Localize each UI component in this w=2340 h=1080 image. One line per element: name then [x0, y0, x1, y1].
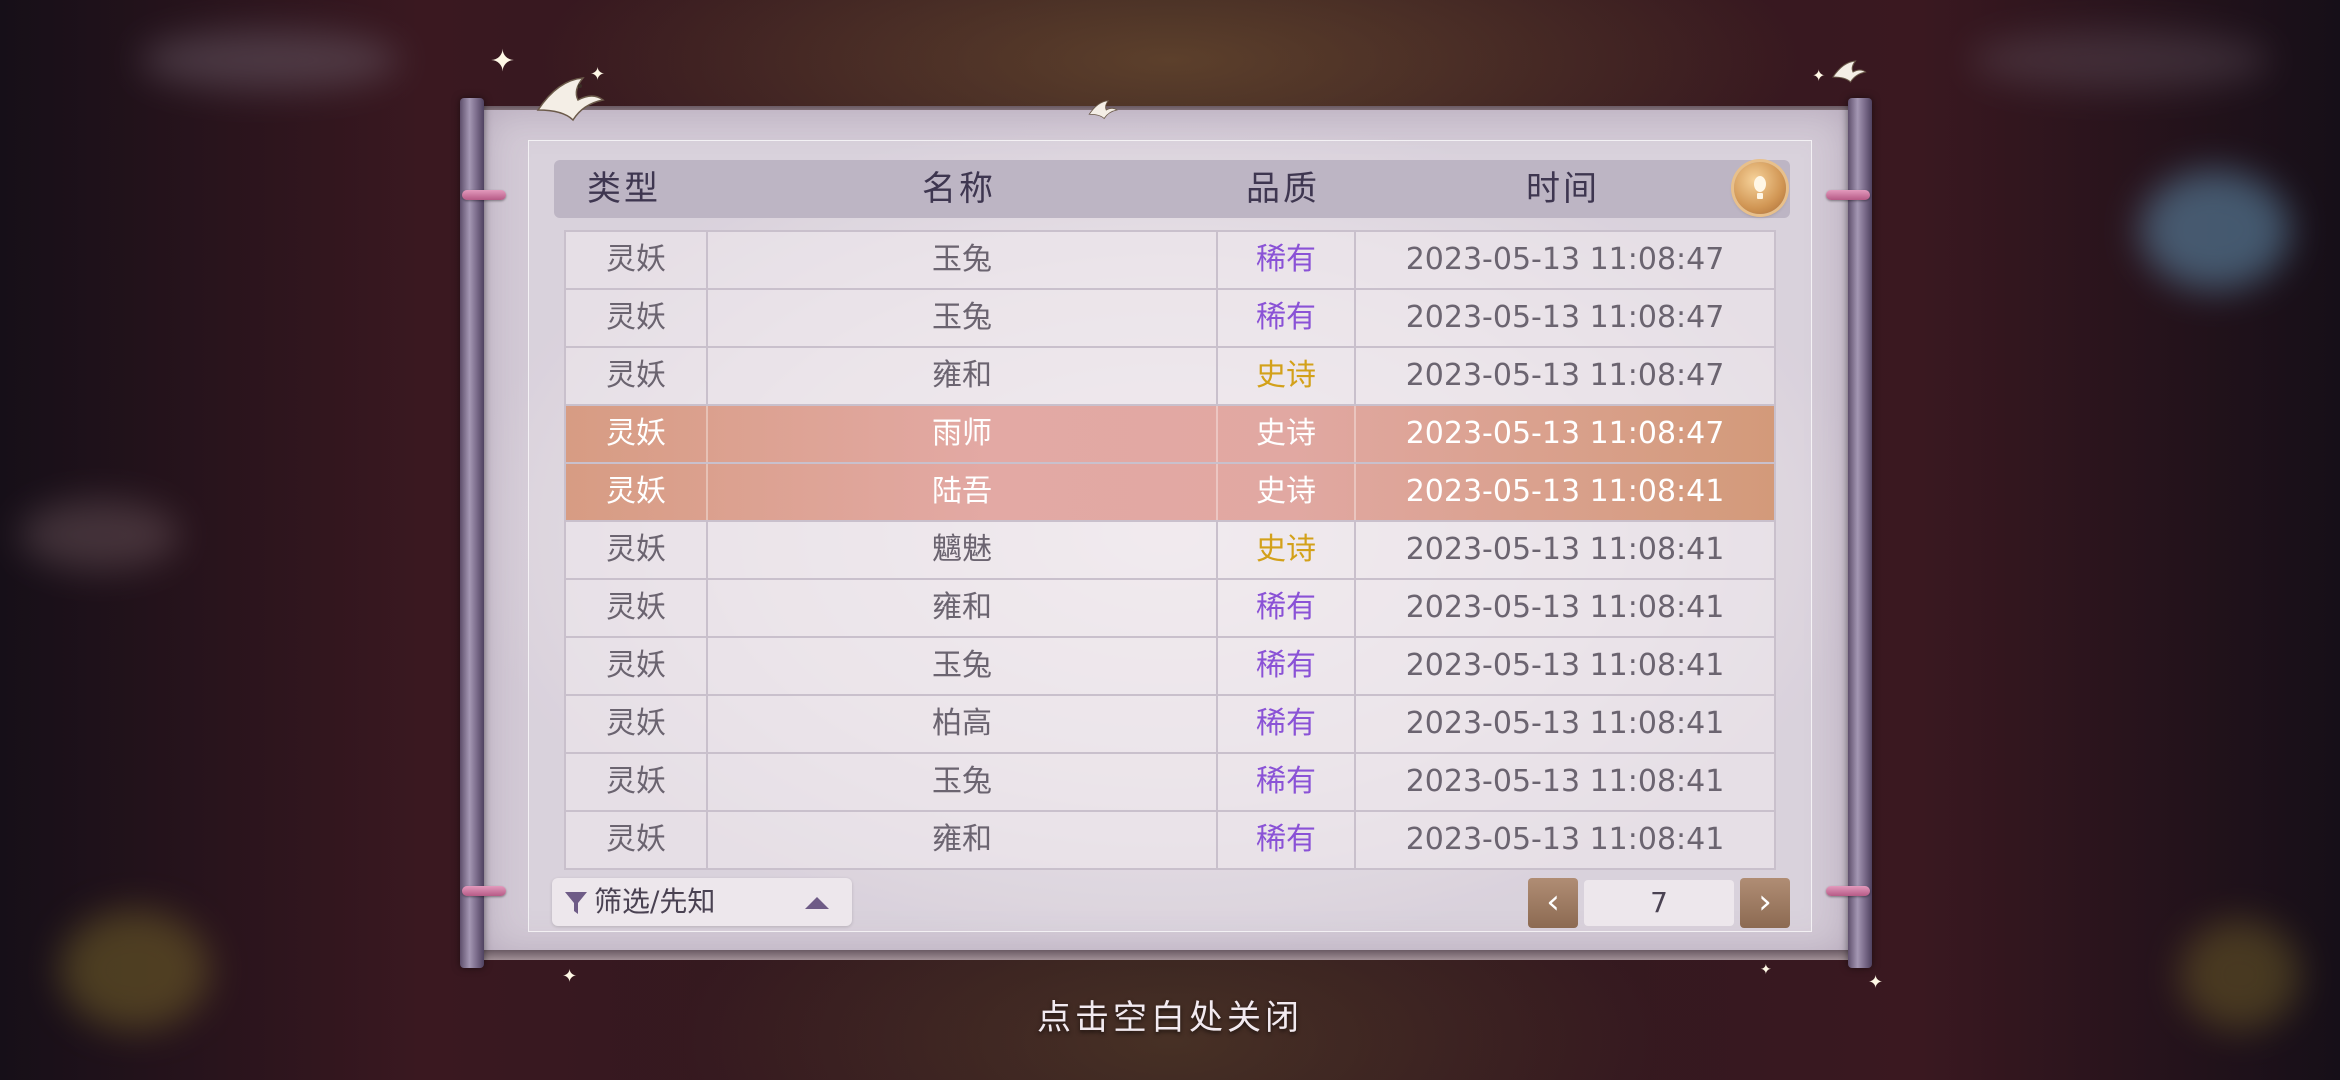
- cell-time: 2023-05-13 11:08:47: [1405, 416, 1725, 451]
- background-glow: [20, 500, 180, 570]
- scroll-rod-right: [1848, 98, 1872, 968]
- cell-quality: 稀有: [1218, 754, 1356, 810]
- scroll-rod-left: [460, 98, 484, 968]
- close-hint[interactable]: 点击空白处关闭: [0, 990, 2340, 1039]
- background-glow: [1970, 30, 2270, 90]
- cell-name: 雍和: [708, 348, 1218, 404]
- table-row: 灵妖 玉兔 稀有 2023-05-13 11:08:47: [566, 290, 1774, 348]
- cell-name: 雍和: [708, 812, 1218, 868]
- header-time: 时间: [1526, 169, 1600, 209]
- filter-dropdown[interactable]: 筛选/先知: [552, 878, 852, 926]
- cell-type: 灵妖: [566, 638, 708, 694]
- lightbulb-icon: [1754, 176, 1766, 199]
- next-page-button[interactable]: ›: [1740, 878, 1790, 928]
- page-number: 7: [1584, 880, 1734, 926]
- sparkle-icon: ✦: [562, 966, 578, 987]
- cell-name: 玉兔: [708, 232, 1218, 288]
- cell-type: 灵妖: [566, 522, 708, 578]
- table-row: 灵妖 雨师 史诗 2023-05-13 11:08:47: [566, 406, 1774, 464]
- cell-quality: 稀有: [1218, 580, 1356, 636]
- cell-name: 雨师: [708, 406, 1218, 462]
- prev-page-button[interactable]: ‹: [1528, 878, 1578, 928]
- table-row: 灵妖 魑魅 史诗 2023-05-13 11:08:41: [566, 522, 1774, 580]
- cell-type: 灵妖: [566, 290, 708, 346]
- background-glow: [140, 30, 400, 90]
- cell-quality: 史诗: [1218, 348, 1356, 404]
- swallow-icon: [1832, 60, 1867, 83]
- cell-time: 2023-05-13 11:08:41: [1405, 648, 1725, 683]
- cell-type: 灵妖: [566, 464, 708, 520]
- rod-knob: [1826, 190, 1870, 200]
- cell-time: 2023-05-13 11:08:41: [1405, 532, 1725, 567]
- cell-name: 柏高: [708, 696, 1218, 752]
- cell-time: 2023-05-13 11:08:47: [1405, 358, 1725, 393]
- header-type: 类型: [587, 169, 661, 209]
- swallow-icon: [1088, 100, 1118, 120]
- rod-knob: [462, 886, 506, 896]
- table-row: 灵妖 雍和 稀有 2023-05-13 11:08:41: [566, 580, 1774, 638]
- table-row: 灵妖 雍和 史诗 2023-05-13 11:08:47: [566, 348, 1774, 406]
- rod-knob: [462, 190, 506, 200]
- rod-knob: [1826, 886, 1870, 896]
- cell-type: 灵妖: [566, 580, 708, 636]
- cell-type: 灵妖: [566, 232, 708, 288]
- cell-quality: 稀有: [1218, 290, 1356, 346]
- cell-quality: 史诗: [1218, 522, 1356, 578]
- table-row: 灵妖 玉兔 稀有 2023-05-13 11:08:41: [566, 638, 1774, 696]
- table-row: 灵妖 玉兔 稀有 2023-05-13 11:08:41: [566, 754, 1774, 812]
- cell-quality: 稀有: [1218, 696, 1356, 752]
- table-row: 灵妖 陆吾 史诗 2023-05-13 11:08:41: [566, 464, 1774, 522]
- cell-type: 灵妖: [566, 754, 708, 810]
- cell-time: 2023-05-13 11:08:41: [1405, 474, 1725, 509]
- background-glow: [2140, 170, 2290, 290]
- filter-label: 筛选/先知: [594, 885, 716, 918]
- cell-quality: 稀有: [1218, 638, 1356, 694]
- cell-time: 2023-05-13 11:08:41: [1405, 590, 1725, 625]
- scroll-bottom-edge: [484, 950, 1848, 960]
- cell-time: 2023-05-13 11:08:41: [1405, 764, 1725, 799]
- sparkle-icon: ✦: [490, 44, 516, 79]
- cell-quality: 稀有: [1218, 232, 1356, 288]
- sparkle-icon: ✦: [1812, 66, 1826, 85]
- cell-quality: 史诗: [1218, 406, 1356, 462]
- funnel-icon: [565, 892, 587, 914]
- cell-type: 灵妖: [566, 348, 708, 404]
- cell-name: 雍和: [708, 580, 1218, 636]
- record-table: 灵妖 玉兔 稀有 2023-05-13 11:08:47 灵妖 玉兔 稀有 2023-05-1…: [564, 230, 1776, 870]
- cell-name: 魑魅: [708, 522, 1218, 578]
- cell-name: 玉兔: [708, 638, 1218, 694]
- cell-time: 2023-05-13 11:08:47: [1405, 300, 1725, 335]
- sparkle-icon: ✦: [590, 64, 606, 85]
- cell-name: 玉兔: [708, 290, 1218, 346]
- cell-name: 陆吾: [708, 464, 1218, 520]
- cell-type: 灵妖: [566, 406, 708, 462]
- header-quality: 品质: [1246, 169, 1320, 209]
- cell-type: 灵妖: [566, 696, 708, 752]
- triangle-up-icon: [805, 897, 829, 909]
- table-header: 类型 名称 品质 时间: [554, 160, 1790, 218]
- table-row: 灵妖 柏高 稀有 2023-05-13 11:08:41: [566, 696, 1774, 754]
- hint-button[interactable]: [1734, 162, 1786, 214]
- sparkle-icon: ✦: [1760, 962, 1772, 978]
- cell-quality: 稀有: [1218, 812, 1356, 868]
- header-name: 名称: [922, 169, 996, 209]
- cell-quality: 史诗: [1218, 464, 1356, 520]
- cell-time: 2023-05-13 11:08:47: [1405, 242, 1725, 277]
- cell-time: 2023-05-13 11:08:41: [1405, 822, 1725, 857]
- table-row: 灵妖 雍和 稀有 2023-05-13 11:08:41: [566, 812, 1774, 870]
- cell-time: 2023-05-13 11:08:41: [1405, 706, 1725, 741]
- table-row: 灵妖 玉兔 稀有 2023-05-13 11:08:47: [566, 232, 1774, 290]
- cell-name: 玉兔: [708, 754, 1218, 810]
- cell-type: 灵妖: [566, 812, 708, 868]
